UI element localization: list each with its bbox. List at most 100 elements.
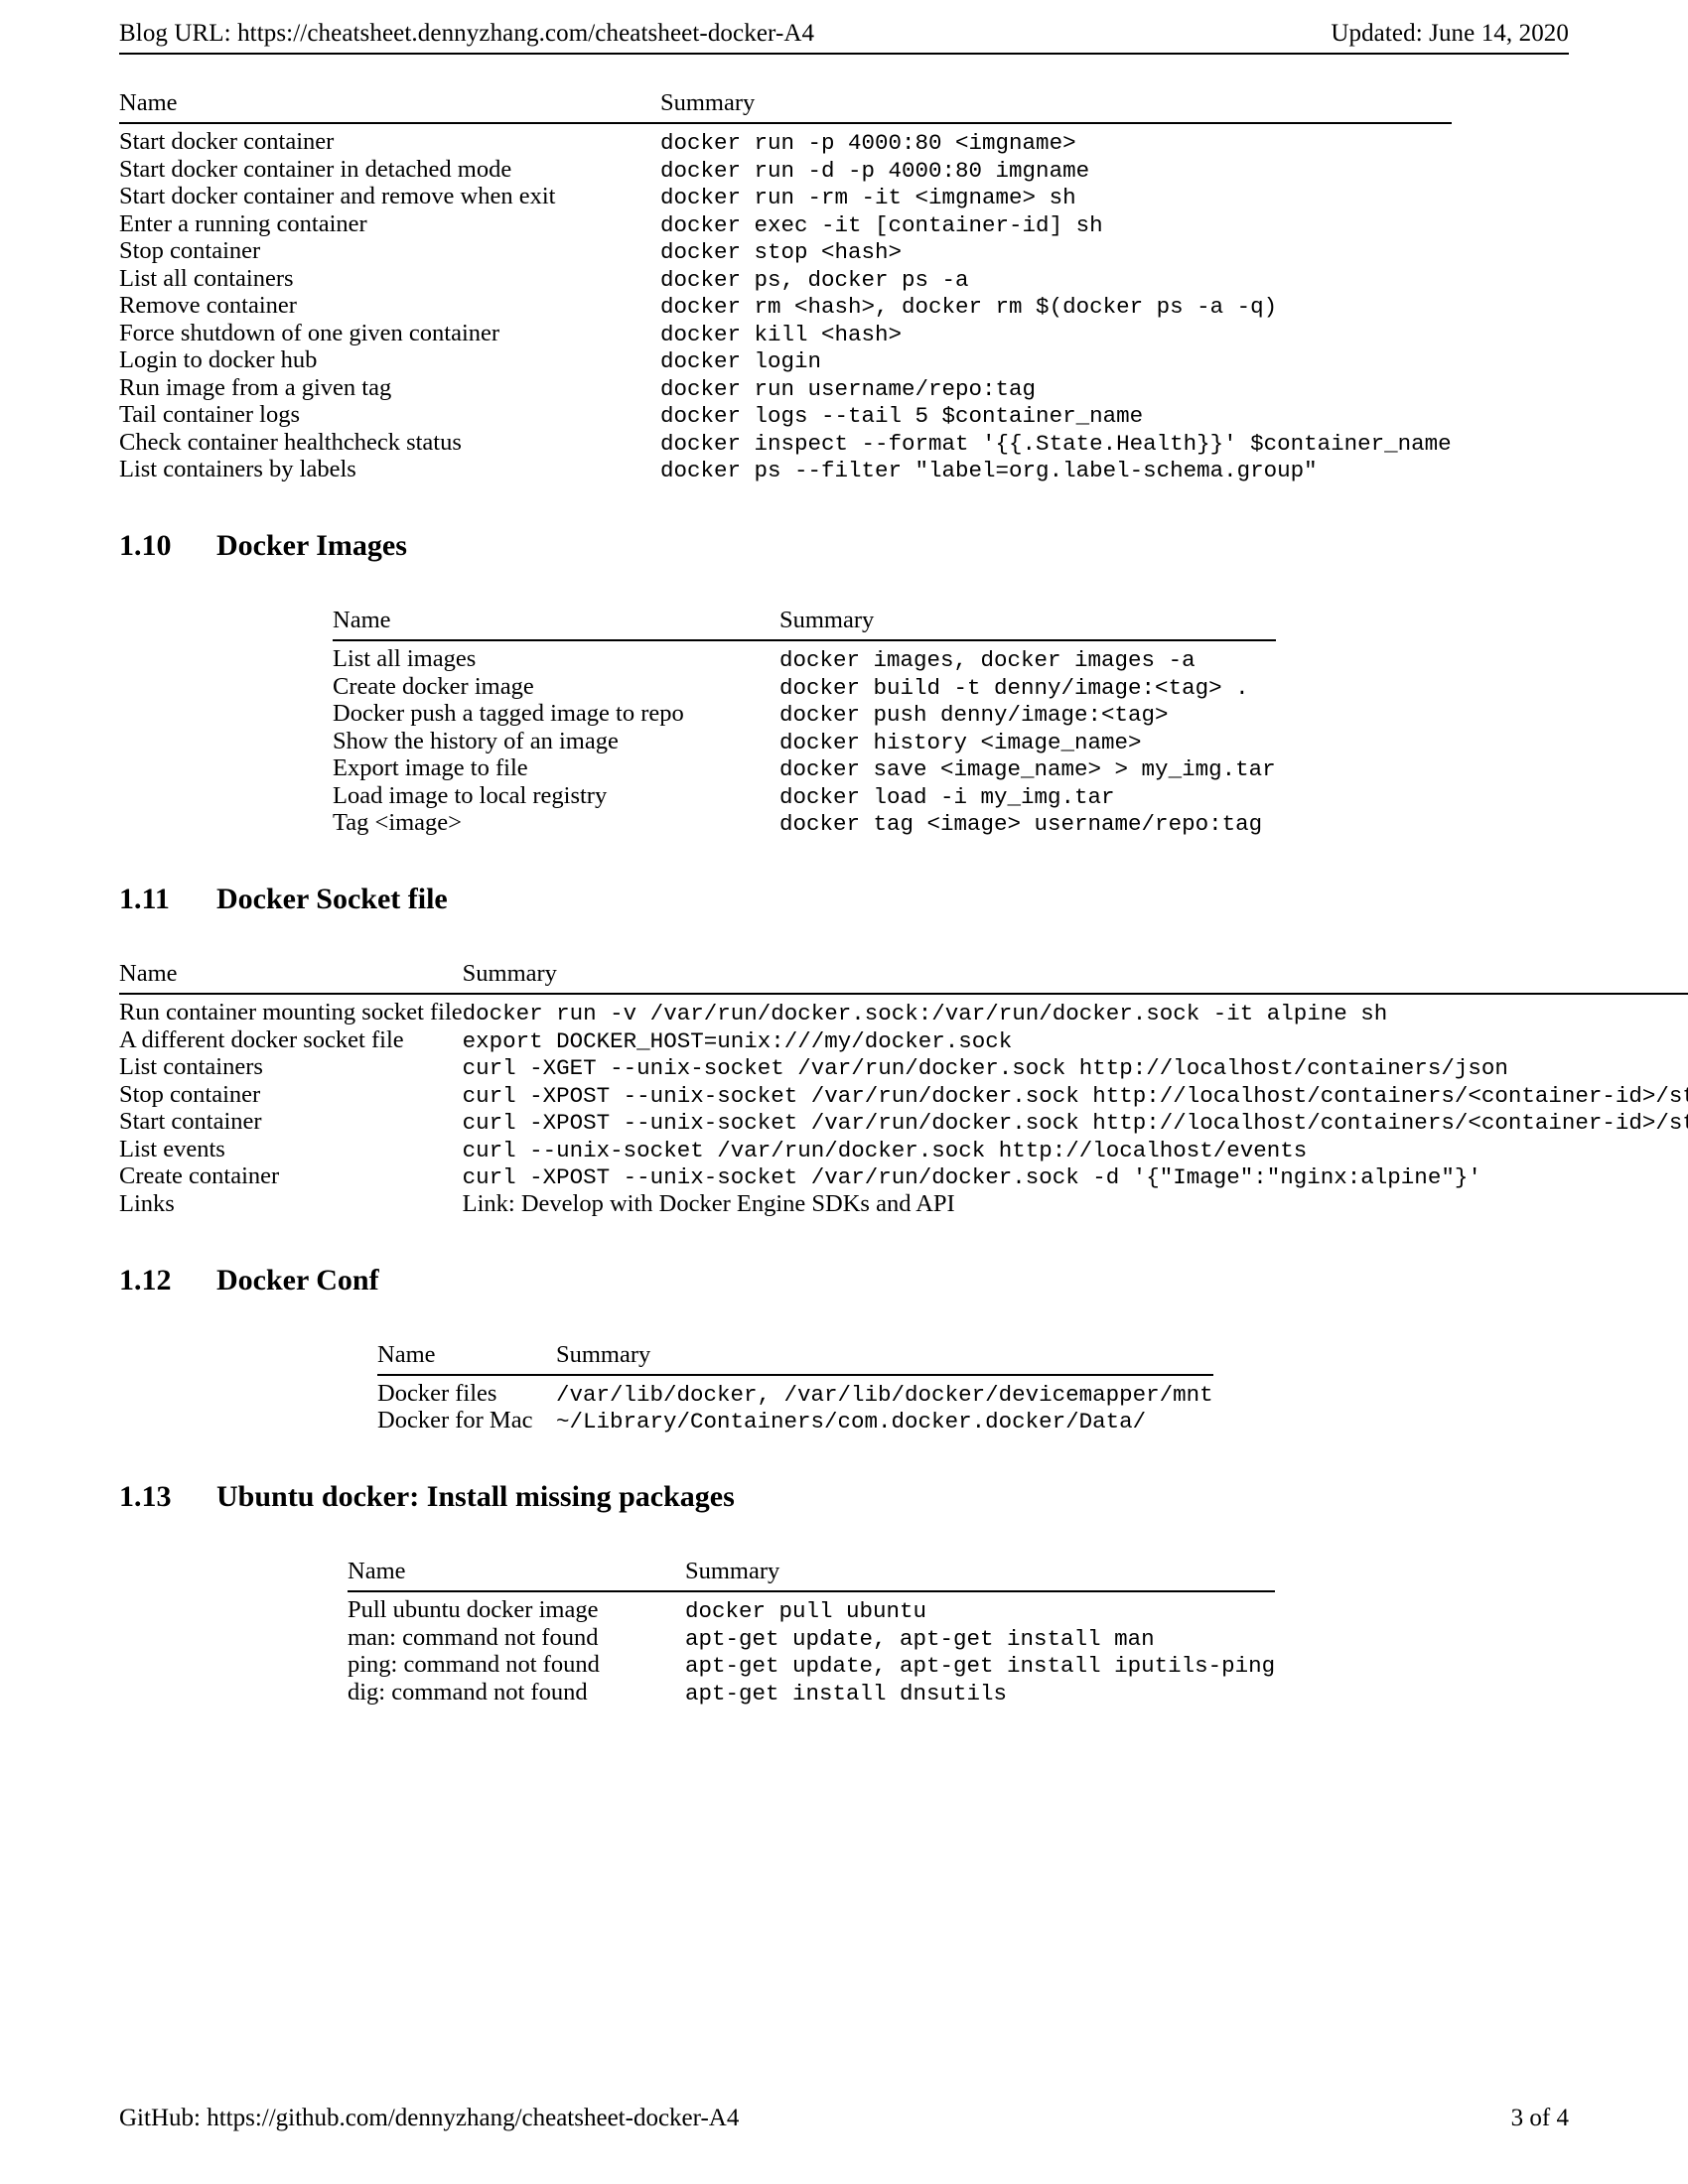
row-name: Enter a running container <box>119 209 367 237</box>
row-summary: docker exec -it [container-id] sh <box>660 211 1103 238</box>
row-name: Show the history of an image <box>333 727 619 754</box>
row-name: Start docker container and remove when e… <box>119 183 556 209</box>
table-docker-socket-file: Name Summary Run container mounting sock… <box>119 960 1688 1218</box>
table-row: Docker push a tagged image to repo docker… <box>333 701 1276 729</box>
row-name: ping: command not found <box>348 1651 600 1678</box>
row-summary: export DOCKER_HOST=unix:///my/docker.soc… <box>462 1027 1013 1054</box>
table-row: Stop container curl -XPOST --unix-socket … <box>119 1081 1688 1109</box>
section-title: Docker Images <box>216 529 407 562</box>
table-row: Create docker image docker build -t denny… <box>333 673 1276 701</box>
row-name: Stop container <box>119 237 261 264</box>
row-name: Start docker container in detached mode <box>119 155 512 183</box>
table-row: Check container healthcheck status docker… <box>119 429 1452 457</box>
section-number: 1.11 <box>119 883 170 915</box>
cheatsheet-page: Blog URL: https://cheatsheet.dennyzhang.… <box>0 0 1688 2184</box>
row-summary: docker inspect --format '{{.State.Health… <box>660 430 1452 457</box>
table-header-row: Name Summary <box>119 960 1688 994</box>
row-name: Docker push a tagged image to repo <box>333 700 684 727</box>
row-summary: docker run username/repo:tag <box>660 375 1037 402</box>
page-header: Blog URL: https://cheatsheet.dennyzhang.… <box>119 18 1569 49</box>
table-row: Export image to file docker save <image_n… <box>333 755 1276 783</box>
table-docker-images: Name Summary List all images docker image… <box>333 607 1688 837</box>
table-row: Start docker container in detached mode d… <box>119 156 1452 184</box>
row-summary: docker run -d -p 4000:80 imgname <box>660 157 1090 184</box>
row-name: Docker files <box>377 1379 497 1407</box>
page-content: Name Summary Start docker container docke… <box>0 89 1688 1706</box>
column-header-name: Name <box>377 1340 436 1368</box>
column-header-name: Name <box>119 960 178 987</box>
section-heading-ubuntu-docker: 1.13 Ubuntu docker: Install missing pack… <box>0 1480 1688 1514</box>
table-body: Run container mounting socket file docker… <box>119 994 1688 1218</box>
section-title: Docker Socket file <box>216 883 448 915</box>
column-header-name: Name <box>333 607 391 633</box>
row-summary: docker history <image_name> <box>779 729 1142 755</box>
table-row: Load image to local registry docker load … <box>333 782 1276 810</box>
row-summary: curl -XPOST --unix-socket /var/run/docke… <box>462 1110 1688 1136</box>
column-header-name: Name <box>119 89 178 116</box>
table-row: man: command not found apt-get update, ap… <box>348 1624 1275 1652</box>
table-header-row: Name Summary <box>333 607 1276 640</box>
row-name: Docker for Mac <box>377 1407 533 1433</box>
row-summary: docker images, docker images -a <box>779 647 1196 673</box>
table-row: Show the history of an image docker histo… <box>333 728 1276 755</box>
section-title: Ubuntu docker: Install missing packages <box>216 1480 735 1513</box>
column-header-summary: Summary <box>462 960 557 987</box>
row-summary: docker ps --filter "label=org.label-sche… <box>660 458 1318 483</box>
section-number: 1.10 <box>119 529 172 562</box>
table-row: Stop container docker stop <hash> <box>119 238 1452 266</box>
table-row: Remove container docker rm <hash>, docker… <box>119 293 1452 321</box>
table-row: dig: command not found apt-get install dn… <box>348 1679 1275 1706</box>
row-name: Start container <box>119 1108 262 1135</box>
table-docker-containers: Name Summary Start docker container docke… <box>119 89 1688 483</box>
row-name: Pull ubuntu docker image <box>348 1596 599 1623</box>
table-row: Docker files/var/lib/docker, /var/lib/do… <box>377 1375 1213 1408</box>
row-name: Run container mounting socket file <box>119 999 463 1025</box>
row-summary: curl -XGET --unix-socket /var/run/docker… <box>462 1055 1508 1081</box>
row-summary: apt-get install dnsutils <box>685 1680 1008 1706</box>
row-summary: docker rm <hash>, docker rm $(docker ps … <box>660 294 1278 320</box>
table-body: Docker files/var/lib/docker, /var/lib/do… <box>377 1375 1213 1435</box>
row-summary: docker save <image_name> > my_img.tar <box>779 756 1276 782</box>
section-heading-docker-images: 1.10 Docker Images <box>0 529 1688 563</box>
table-row: List containers curl -XGET --unix-socket … <box>119 1054 1688 1082</box>
row-summary: /var/lib/docker, /var/lib/docker/devicem… <box>556 1381 1213 1408</box>
table-row: List all containers docker ps, docker ps … <box>119 265 1452 293</box>
row-name: Tag <image> <box>333 809 463 836</box>
row-name: List containers <box>119 1053 263 1080</box>
updated-date-label: Updated: June 14, 2020 <box>1331 20 1569 47</box>
section-number: 1.12 <box>119 1263 172 1297</box>
table-row: List all images docker images, docker ima… <box>333 640 1276 673</box>
table-row: Pull ubuntu docker image docker pull ubun… <box>348 1591 1275 1624</box>
row-name: List events <box>119 1135 225 1162</box>
table-row: Start container curl -XPOST --unix-socket… <box>119 1109 1688 1137</box>
row-name: A different docker socket file <box>119 1025 404 1053</box>
row-name: Create container <box>119 1162 280 1189</box>
row-summary: docker push denny/image:<tag> <box>779 702 1169 728</box>
column-header-name: Name <box>348 1558 406 1584</box>
table-body: List all images docker images, docker ima… <box>333 640 1276 837</box>
row-name: List all containers <box>119 264 294 292</box>
table-row: Force shutdown of one given container doc… <box>119 320 1452 347</box>
row-summary: curl -XPOST --unix-socket /var/run/docke… <box>462 1164 1481 1190</box>
row-name: Tail container logs <box>119 401 300 428</box>
row-summary: docker run -rm -it <imgname> sh <box>660 185 1076 210</box>
table-row: Create container curl -XPOST --unix-socke… <box>119 1163 1688 1191</box>
row-name: Check container healthcheck status <box>119 428 462 456</box>
row-summary: docker pull ubuntu <box>685 1598 927 1624</box>
row-name: Create docker image <box>333 672 534 700</box>
row-name: dig: command not found <box>348 1678 588 1706</box>
table-ubuntu-docker-packages: Name Summary Pull ubuntu docker image doc… <box>348 1558 1688 1706</box>
table-row: Tail container logs docker logs --tail 5 … <box>119 402 1452 430</box>
row-summary-link[interactable]: Link: Develop with Docker Engine SDKs an… <box>463 1190 1688 1218</box>
row-summary: docker run -v /var/run/docker.sock:/var/… <box>462 1001 1388 1026</box>
row-summary: apt-get update, apt-get install iputils-… <box>685 1653 1276 1679</box>
row-summary: docker build -t denny/image:<tag> . <box>779 674 1249 701</box>
table-row: Links Link: Develop with Docker Engine SD… <box>119 1190 1688 1218</box>
section-heading-docker-conf: 1.12 Docker Conf <box>0 1264 1688 1297</box>
table-row: List containers by labels docker ps --fil… <box>119 457 1452 484</box>
table-body: Start docker container docker run -p 4000… <box>119 123 1452 483</box>
table-row: Docker for Mac ~/Library/Containers/com.d… <box>377 1408 1213 1435</box>
